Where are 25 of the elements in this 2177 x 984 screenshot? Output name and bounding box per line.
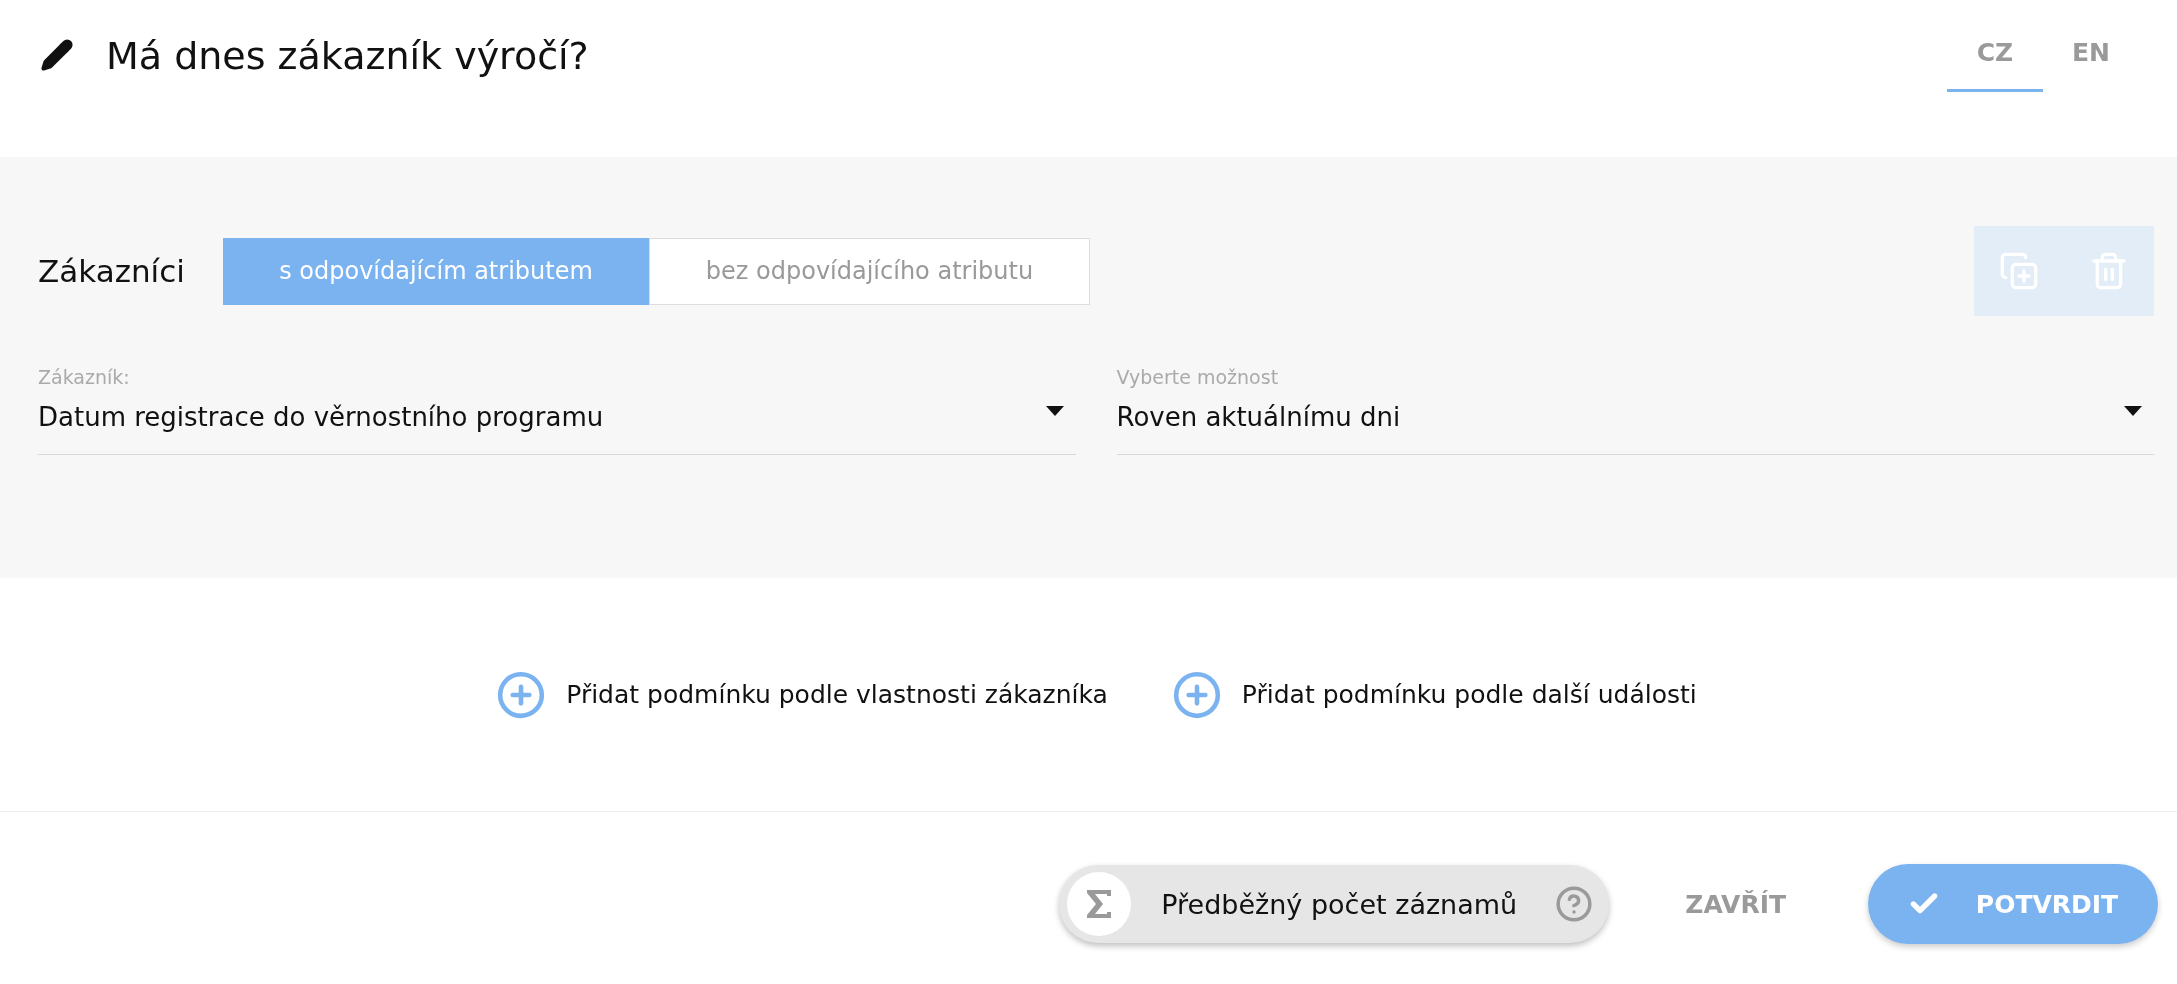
plus-circle-icon (496, 669, 547, 720)
caret-icon (1045, 406, 1064, 416)
caret-icon (2124, 406, 2142, 416)
estimate-label: Předběžný počet záznamů (1161, 888, 1519, 920)
close-button[interactable]: ZAVŘÍT (1679, 888, 1792, 920)
mode-toggle[interactable]: bez odpovídajícího atributu (649, 237, 1090, 305)
estimate-pill[interactable]: Předběžný počet záznamů (1059, 865, 1610, 943)
condition-label: Zákazníci (38, 253, 185, 289)
add-condition-link[interactable]: Přidat podmínku podle vlastnosti zákazníka (496, 669, 1108, 720)
confirm-button[interactable]: POTVRDIT (1868, 864, 2158, 944)
pencil-icon[interactable] (40, 38, 74, 72)
field-value: Datum registrace do věrnostního programu (38, 402, 604, 432)
field-label: Zákazník: (38, 366, 130, 388)
mode-toggle[interactable]: s odpovídajícím atributem (223, 237, 649, 305)
language-tab[interactable]: EN (2043, 38, 2139, 92)
page-title: Má dnes zákazník výročí? (106, 34, 590, 78)
sigma-icon (1067, 872, 1132, 936)
help-icon[interactable] (1555, 885, 1594, 923)
language-tab[interactable]: CZ (1947, 38, 2043, 92)
field-value: Roven aktuálnímu dni (1116, 402, 1401, 432)
field-label: Vyberte možnost (1116, 366, 1279, 388)
select-field[interactable]: Zákazník: Datum registrace do věrnostního programu (38, 366, 1076, 455)
add-condition-link[interactable]: Přidat podmínku podle další události (1171, 669, 1697, 720)
select-field[interactable]: Vyberte možnost Roven aktuálnímu dni (1116, 366, 2154, 455)
plus-circle-icon (1171, 669, 1222, 720)
